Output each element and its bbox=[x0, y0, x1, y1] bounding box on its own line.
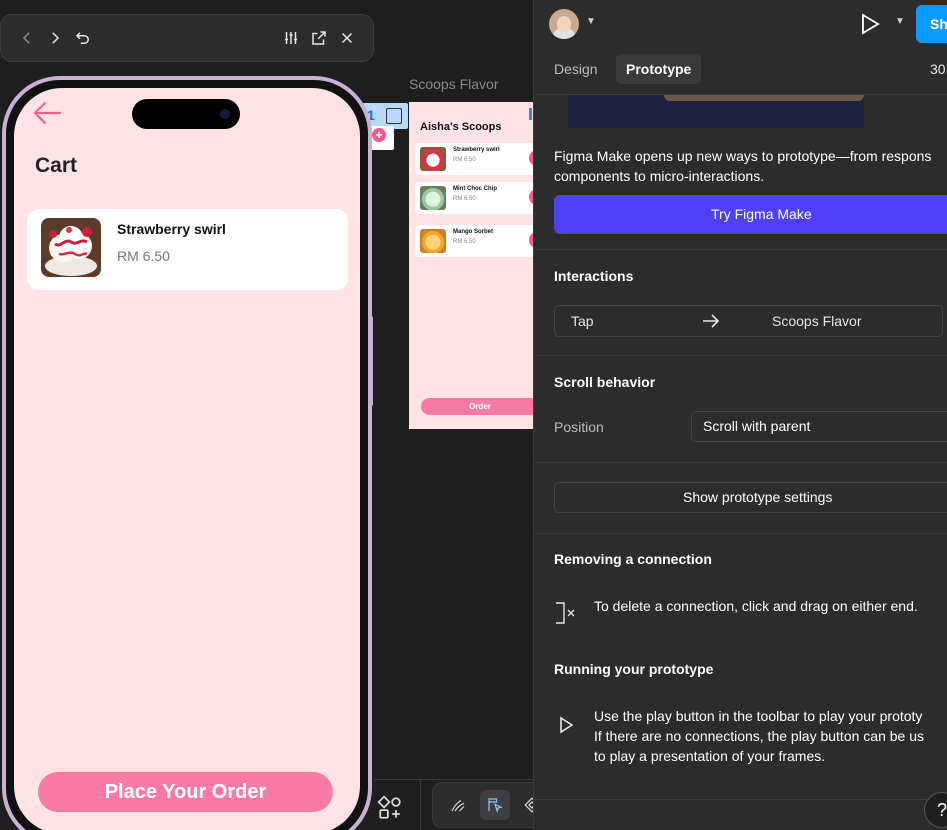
chevron-down-icon[interactable]: ▼ bbox=[586, 16, 596, 27]
interaction-row[interactable]: Tap Scoops Flavor bbox=[554, 305, 943, 337]
selection-indicator bbox=[529, 108, 532, 120]
running-prototype-text: Use the play button in the toolbar to pl… bbox=[594, 708, 924, 764]
chevron-left-icon bbox=[22, 32, 30, 44]
prototype-mode-button[interactable] bbox=[479, 790, 510, 820]
figma-window: Scoops Flavor Aisha's Scoops Strawberry … bbox=[0, 0, 947, 830]
draw-mode-button[interactable] bbox=[443, 790, 473, 820]
position-select[interactable]: Scroll with parent bbox=[691, 411, 947, 442]
preview-toolbar bbox=[0, 14, 374, 62]
removing-connection-title: Removing a connection bbox=[554, 551, 712, 567]
item-price: RM 6.50 bbox=[453, 196, 476, 202]
close-icon bbox=[341, 32, 353, 44]
canvas[interactable]: Scoops Flavor Aisha's Scoops Strawberry … bbox=[0, 0, 533, 830]
forward-nav-button[interactable] bbox=[41, 24, 69, 52]
mode-toolbar bbox=[432, 782, 533, 828]
mini-frame-title: Aisha's Scoops bbox=[420, 121, 502, 133]
frame-link-icon bbox=[386, 108, 402, 124]
item-name: Strawberry swirl bbox=[453, 147, 500, 153]
back-nav-button[interactable] bbox=[13, 24, 41, 52]
pen-scribble-icon bbox=[450, 799, 464, 812]
dynamic-island bbox=[132, 99, 240, 129]
zoom-level[interactable]: 30 bbox=[930, 61, 946, 77]
place-order-button[interactable]: Place Your Order bbox=[38, 772, 333, 812]
plus-icon: + bbox=[372, 128, 386, 142]
mint-thumbnail bbox=[420, 186, 446, 210]
running-prototype-title: Running your prototype bbox=[554, 661, 714, 677]
external-link-icon bbox=[312, 31, 326, 45]
sliders-icon bbox=[285, 32, 297, 44]
open-in-new-tab-button[interactable] bbox=[305, 24, 333, 52]
item-price: RM 6.50 bbox=[453, 239, 476, 245]
panel-header: ▼ ▼ Sh Design Prototype 30 bbox=[534, 0, 947, 95]
phone-mockup: Cart Strawberry swirl RM 6.50 Place Your… bbox=[2, 76, 372, 830]
adjust-button[interactable] bbox=[277, 24, 305, 52]
avatar[interactable] bbox=[549, 9, 579, 39]
share-button[interactable]: Sh bbox=[916, 5, 947, 43]
restart-button[interactable] bbox=[69, 24, 97, 52]
tab-prototype[interactable]: Prototype bbox=[616, 54, 702, 84]
removing-connection-text: To delete a connection, click and drag o… bbox=[594, 598, 918, 614]
play-icon[interactable] bbox=[860, 13, 880, 35]
try-figma-make-button[interactable]: Try Figma Make bbox=[554, 195, 947, 234]
item-name: Mint Choc Chip bbox=[453, 186, 497, 192]
interaction-destination: Scoops Flavor bbox=[772, 313, 862, 329]
arrow-right-icon bbox=[703, 314, 720, 328]
chevron-down-icon[interactable]: ▼ bbox=[895, 16, 905, 27]
list-item[interactable]: Mint Choc Chip RM 6.50 bbox=[415, 182, 533, 214]
diamond-icon bbox=[523, 797, 533, 813]
scroll-behavior-title: Scroll behavior bbox=[554, 374, 656, 390]
item-name: Mango Sorbet bbox=[453, 229, 493, 235]
item-name: Strawberry swirl bbox=[117, 221, 226, 237]
page-title: Cart bbox=[35, 154, 78, 177]
mini-order-button[interactable]: Order bbox=[421, 398, 533, 415]
mango-thumbnail bbox=[420, 229, 446, 253]
tab-design[interactable]: Design bbox=[544, 54, 608, 84]
strawberry-thumbnail bbox=[420, 147, 446, 171]
components-icon[interactable] bbox=[377, 795, 403, 821]
interactions-title: Interactions bbox=[554, 268, 634, 284]
item-price: RM 6.50 bbox=[453, 157, 476, 163]
item-price: RM 6.50 bbox=[117, 248, 170, 264]
strawberry-swirl-image bbox=[41, 218, 101, 277]
figma-make-banner: Figma Make opens up new ways to prototyp… bbox=[534, 128, 947, 250]
list-item[interactable]: Strawberry swirl RM 6.50 bbox=[415, 143, 533, 175]
position-label: Position bbox=[554, 419, 604, 435]
close-preview-button[interactable] bbox=[333, 24, 361, 52]
cart-screen: Cart Strawberry swirl RM 6.50 Place Your… bbox=[14, 88, 360, 830]
chevron-right-icon bbox=[52, 32, 60, 44]
interaction-trigger: Tap bbox=[571, 313, 594, 329]
disconnect-icon bbox=[556, 602, 575, 624]
back-arrow-icon[interactable] bbox=[32, 101, 62, 125]
help-button[interactable]: ? bbox=[924, 792, 947, 828]
properties-panel: ▼ ▼ Sh Design Prototype 30 Figma Make op… bbox=[533, 0, 947, 830]
cart-item[interactable]: Strawberry swirl RM 6.50 bbox=[27, 209, 348, 290]
show-prototype-settings-button[interactable]: Show prototype settings bbox=[554, 482, 947, 513]
banner-text: Figma Make opens up new ways to prototyp… bbox=[554, 148, 932, 184]
list-item[interactable]: Mango Sorbet RM 6.50 bbox=[415, 225, 533, 257]
scoops-flavor-frame[interactable]: Aisha's Scoops Strawberry swirl RM 6.50 … bbox=[409, 102, 533, 429]
frame-label-scoops-flavor[interactable]: Scoops Flavor bbox=[409, 76, 498, 92]
dev-mode-components-button[interactable] bbox=[517, 790, 533, 820]
undo-icon bbox=[75, 32, 89, 44]
play-outline-icon bbox=[560, 716, 574, 734]
prototype-cursor-icon bbox=[487, 798, 503, 814]
camera-icon bbox=[220, 109, 230, 119]
